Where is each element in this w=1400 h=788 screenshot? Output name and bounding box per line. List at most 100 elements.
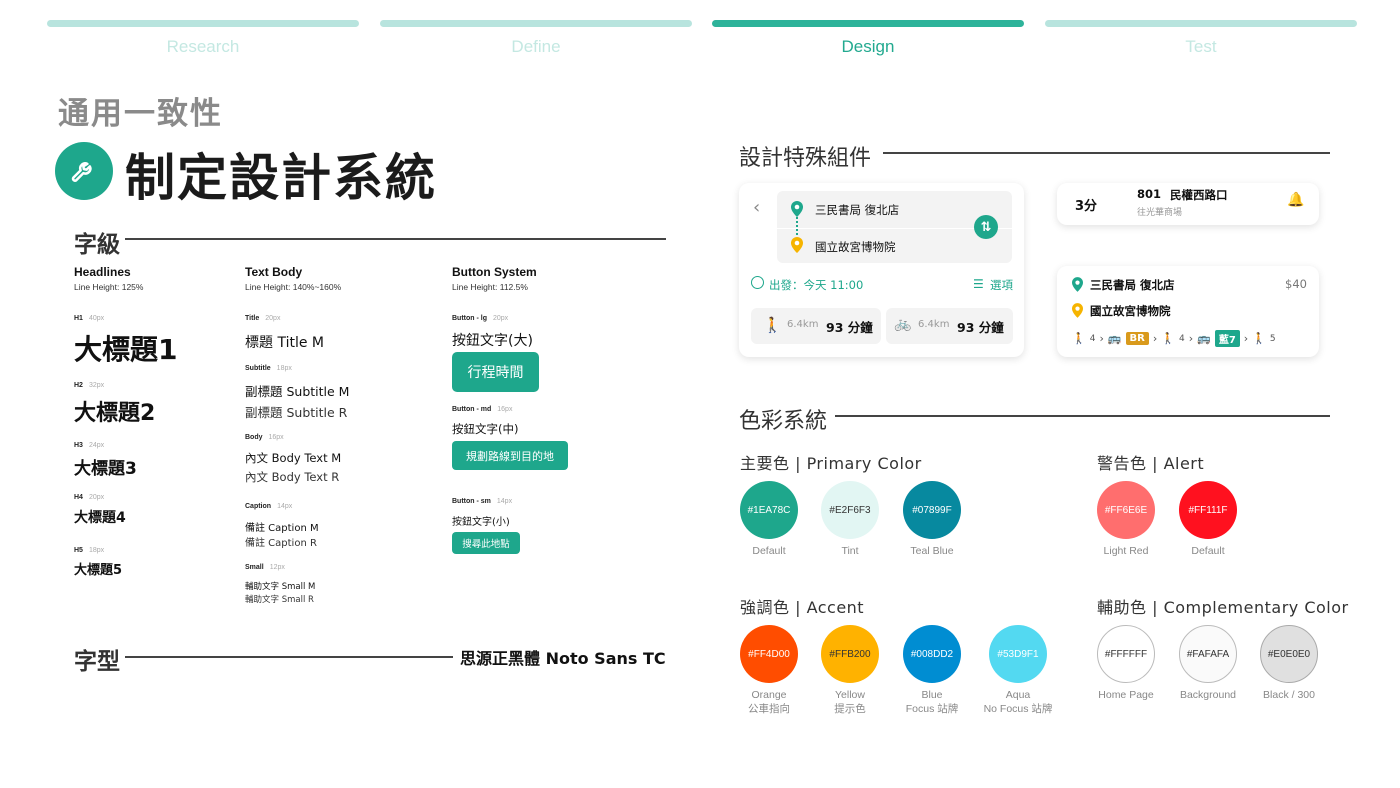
section-divider — [125, 238, 666, 240]
step-test[interactable]: Test — [1045, 20, 1357, 57]
swatch-accent-orange: #FF4D00 — [740, 625, 798, 683]
size-text: 16px — [497, 406, 513, 413]
chevron-right-icon: › — [1099, 332, 1104, 345]
tag-text: Subtitle — [245, 365, 271, 372]
plan-route-button[interactable]: 規劃路線到目的地 — [452, 441, 568, 470]
subtitle-m-sample: 副標題 Subtitle M — [245, 384, 350, 399]
subtitle-r-sample: 副標題 Subtitle R — [245, 405, 348, 420]
walk-minutes: 4 — [1089, 333, 1096, 344]
tag-text: H5 — [74, 547, 83, 554]
origin-pin-icon — [791, 201, 803, 217]
bus-arrival-card[interactable]: 3分 801 民權西路口 往光華商場 🔔 — [1057, 183, 1319, 225]
trip-price: $40 — [1285, 277, 1307, 291]
options-link[interactable]: 選項 — [990, 277, 1013, 293]
route-connector — [796, 217, 798, 235]
swatch-label: Aqua No Focus 站牌 — [973, 688, 1063, 716]
swatch-label: Black / 300 — [1263, 689, 1315, 701]
font-section-title: 字型 — [74, 649, 120, 675]
bell-icon[interactable]: 🔔 — [1287, 192, 1304, 208]
section-divider — [125, 656, 453, 658]
swatch-label: Background — [1179, 689, 1237, 701]
step-design[interactable]: Design — [712, 20, 1024, 57]
swatch-label: Home Page — [1098, 689, 1154, 701]
h3-tag: H3 24px — [74, 442, 104, 449]
filter-icon[interactable]: ☰ — [973, 277, 984, 291]
bike-option[interactable]: 🚲 6.4km 93 分鐘 — [886, 308, 1013, 344]
walk-icon: 🚶 — [1072, 332, 1086, 345]
size-text: 14px — [496, 498, 513, 505]
step-label: Test — [1185, 37, 1217, 56]
chevron-right-icon: › — [1152, 332, 1158, 345]
page-subtitle: 通用一致性 — [58, 96, 223, 132]
swatch-label: Blue Focus 站牌 — [887, 688, 977, 716]
text-body-line-height: Line Height: 140%~160% — [245, 282, 342, 292]
button-md-text: 按鈕文字(中) — [452, 422, 519, 436]
walk-option[interactable]: 🚶 6.4km 93 分鐘 — [751, 308, 881, 344]
destination-pin-icon — [1072, 303, 1083, 318]
progress-steps: Research Define Design Test — [47, 20, 1357, 60]
swatch-label: Teal Blue — [910, 545, 954, 557]
wrench-icon — [55, 142, 113, 200]
swatch-label: Tint — [841, 545, 859, 557]
bus-route: 801 — [1137, 187, 1162, 201]
tag-text: H4 — [74, 494, 83, 501]
size-text: 18px — [276, 365, 292, 372]
accent-color-title: 強調色 | Accent — [740, 598, 865, 617]
button-md-tag: Button - md 16px — [452, 406, 512, 413]
size-text: 20px — [265, 315, 281, 322]
body-m-sample: 內文 Body Text M — [245, 451, 342, 465]
walk-time: 93 分鐘 — [826, 320, 873, 335]
tag-text: H2 — [74, 382, 83, 389]
caption-m-sample: 備註 Caption M — [245, 523, 319, 534]
tag-text: Button - md — [452, 406, 492, 413]
walk-icon: 🚶 — [1252, 332, 1266, 345]
page-title: 制定設計系統 — [125, 149, 437, 207]
swatch-label-line: 提示色 — [834, 703, 866, 715]
chevron-left-icon[interactable]: ‹ — [753, 197, 760, 218]
trip-result-card[interactable]: 三民書局 復北店 $40 國立故宮博物院 🚶 4 › 🚌 BR › 🚶 4 › 🚌 … — [1057, 266, 1319, 357]
size-text: 40px — [88, 315, 105, 322]
search-location-button[interactable]: 搜尋此地點 — [452, 532, 520, 554]
depart-time[interactable]: 出發：今天 11:00 — [769, 277, 863, 293]
bus-icon: 🚌 — [1107, 332, 1122, 345]
tag-text: Caption — [245, 503, 272, 510]
button-lg-tag: Button - lg 20px — [452, 315, 508, 322]
route-planner-card: ‹ 三民書局 復北店 國立故宮博物院 ⇅ 出發：今天 11:00 ☰ 選項 🚶 … — [739, 183, 1024, 357]
swap-icon[interactable]: ⇅ — [974, 215, 998, 239]
size-text: 14px — [277, 503, 293, 510]
size-text: 12px — [269, 564, 285, 571]
small-tag: Small 12px — [245, 564, 285, 571]
swatch-alert-light-red: #FF6E6E — [1097, 481, 1155, 539]
swatch-primary-tint: #E2F6F3 — [821, 481, 879, 539]
destination-field[interactable]: 國立故宮博物院 — [815, 239, 896, 255]
swatch-label-line: Blue — [921, 689, 943, 701]
subtitle-tag: Subtitle 18px — [245, 365, 292, 372]
swatch-label-line: Aqua — [1005, 689, 1031, 701]
chevron-right-icon: › — [1243, 332, 1249, 345]
caption-r-sample: 備註 Caption R — [245, 538, 317, 549]
swatch-label: Default — [752, 545, 786, 557]
swatch-accent-yellow: #FFB200 — [821, 625, 879, 683]
font-name: 思源正黑體 Noto Sans TC — [460, 649, 666, 668]
trip-time-button[interactable]: 行程時間 — [452, 352, 539, 392]
walk-icon: 🚶 — [763, 316, 782, 334]
swatch-label: Light Red — [1103, 545, 1149, 557]
swatch-complementary-background: #FAFAFA — [1179, 625, 1237, 683]
origin-field[interactable]: 三民書局 復北店 — [815, 202, 899, 218]
tag-text: Title — [245, 315, 260, 322]
arrival-minutes: 3分 — [1075, 199, 1098, 214]
bike-distance: 6.4km — [918, 319, 950, 330]
swatch-label-line: Orange — [751, 689, 787, 701]
swatch-primary-default: #1EA78C — [740, 481, 798, 539]
bus-stop: 民權西路口 — [1170, 188, 1228, 202]
button-system-line-height: Line Height: 112.5% — [452, 282, 528, 292]
tag-text: H3 — [74, 442, 83, 449]
walk-icon: 🚶 — [1161, 332, 1175, 345]
section-divider — [835, 415, 1330, 417]
step-research[interactable]: Research — [47, 20, 359, 57]
bike-icon: 🚲 — [894, 316, 912, 332]
swatch-complementary-white: #FFFFFF — [1097, 625, 1155, 683]
small-m-sample: 輔助文字 Small M — [245, 582, 316, 592]
clock-icon — [751, 276, 764, 289]
step-define[interactable]: Define — [380, 20, 692, 57]
